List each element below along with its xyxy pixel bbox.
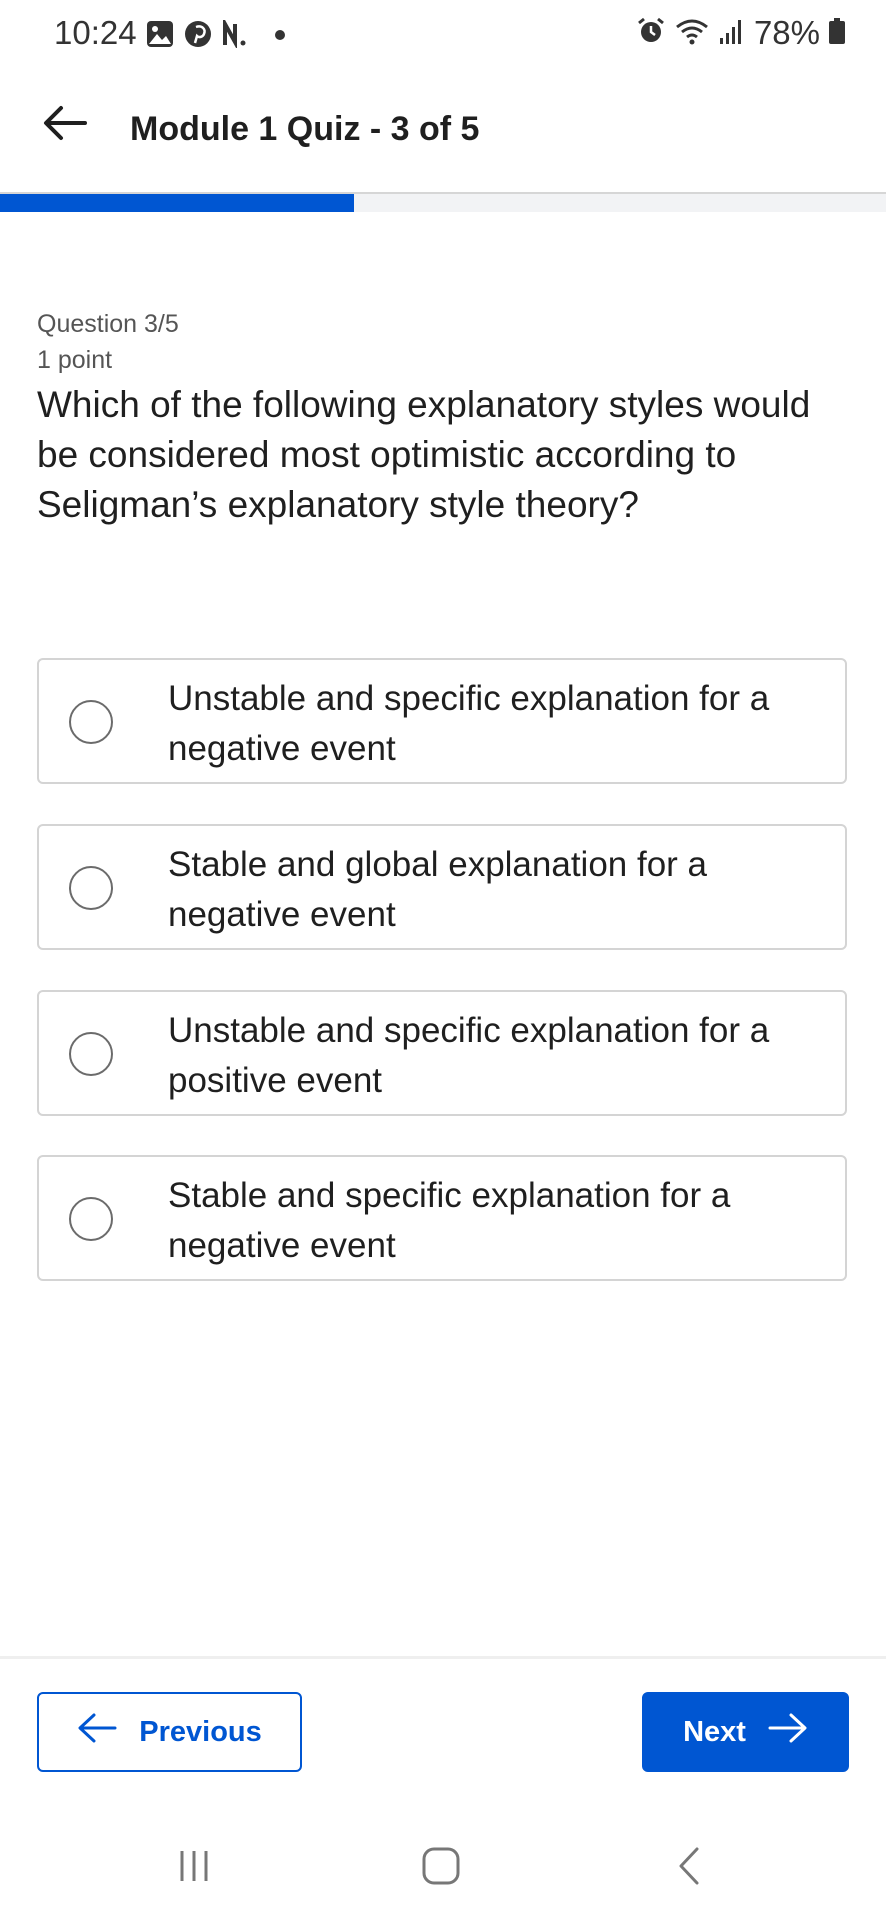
recent-apps-icon [174, 1846, 214, 1891]
recent-apps-button[interactable] [154, 1838, 234, 1898]
home-icon [420, 1845, 462, 1892]
signal-icon [718, 16, 746, 51]
arrow-left-icon [43, 105, 87, 146]
radio-button[interactable] [69, 1032, 113, 1076]
home-button[interactable] [401, 1838, 481, 1898]
wifi-icon [674, 16, 710, 51]
radio-button[interactable] [69, 1197, 113, 1241]
system-icons: 78% [636, 14, 846, 52]
netflix-icon [222, 16, 248, 53]
next-button[interactable]: Next [642, 1692, 849, 1772]
answer-option[interactable]: Stable and global explanation for a nega… [37, 824, 847, 950]
dot-icon [274, 28, 286, 46]
header: Module 1 Quiz - 3 of 5 [0, 80, 886, 192]
radio-button[interactable] [69, 866, 113, 910]
progress-bar [0, 194, 886, 212]
arrow-left-icon [77, 1712, 117, 1752]
status-bar: 10:24 78% [0, 0, 886, 72]
battery-percent: 78% [753, 14, 820, 51]
back-icon [675, 1845, 705, 1892]
status-time: 10:24 [54, 14, 137, 51]
previous-button[interactable]: Previous [37, 1692, 302, 1772]
battery-icon [828, 16, 846, 51]
next-label: Next [683, 1715, 746, 1748]
question-points: 1 point [37, 346, 113, 374]
progress-fill [0, 194, 355, 212]
notification-icons [146, 16, 286, 53]
option-label: Unstable and specific explanation for a … [168, 1011, 770, 1100]
option-label: Stable and global explanation for a nega… [168, 845, 708, 934]
answer-option[interactable]: Unstable and specific explanation for a … [37, 990, 847, 1116]
answer-option[interactable]: Unstable and specific explanation for a … [37, 658, 847, 784]
alarm-icon [636, 16, 666, 51]
pinterest-icon [184, 20, 212, 53]
arrow-right-icon [768, 1712, 808, 1752]
radio-button[interactable] [69, 700, 113, 744]
option-label: Unstable and specific explanation for a … [168, 679, 770, 768]
back-button[interactable] [38, 98, 92, 152]
question-number: Question 3/5 [37, 310, 179, 338]
option-label: Stable and specific explanation for a ne… [168, 1176, 731, 1265]
page-title: Module 1 Quiz - 3 of 5 [130, 110, 480, 148]
image-icon [146, 20, 174, 53]
footer-divider [0, 1656, 886, 1659]
previous-label: Previous [139, 1715, 262, 1748]
answer-option[interactable]: Stable and specific explanation for a ne… [37, 1155, 847, 1281]
question-text: Which of the following explanatory style… [37, 384, 811, 525]
system-nav-bar [0, 1820, 886, 1920]
system-back-button[interactable] [650, 1838, 730, 1898]
